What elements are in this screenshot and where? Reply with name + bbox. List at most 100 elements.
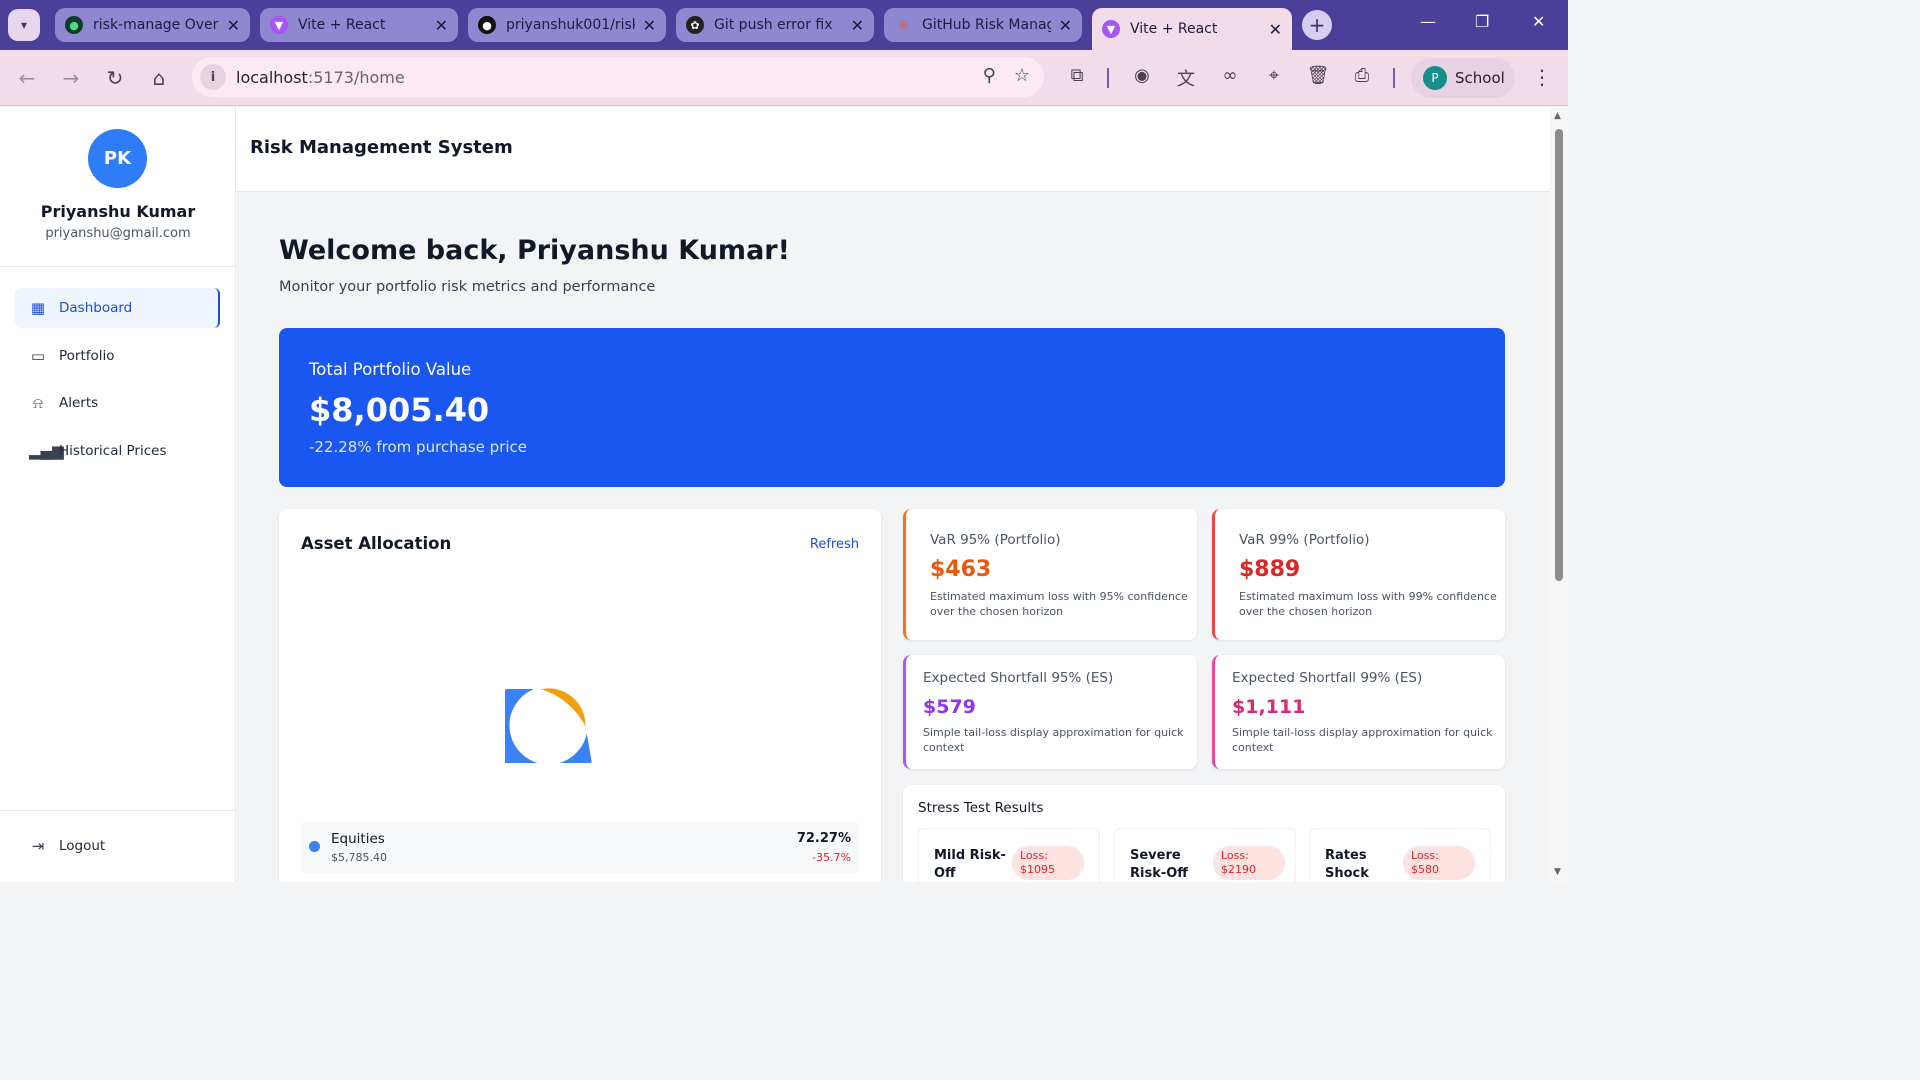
screenshot-icon[interactable]: ◉: [1129, 65, 1155, 86]
metric-title: Expected Shortfall 95% (ES): [923, 670, 1114, 686]
metric-description: Estimated maximum loss with 99% confiden…: [1239, 590, 1497, 618]
donut-slice-equities[interactable]: [505, 687, 594, 763]
scenario-name: Severe Risk-Off: [1130, 848, 1188, 881]
browser-tab[interactable]: ▼ Vite + React ✕: [260, 8, 458, 42]
asset-amount: $5,785.40: [331, 851, 387, 864]
logout-button[interactable]: ⇥ Logout: [15, 826, 220, 866]
toolbar-divider: [1107, 68, 1109, 88]
loss-value: $1095: [1020, 863, 1055, 876]
metric-title: VaR 99% (Portfolio): [1239, 532, 1370, 548]
leaf-icon: ●: [65, 16, 83, 34]
metric-title: VaR 95% (Portfolio): [930, 532, 1061, 548]
restore-icon[interactable]: ❐: [1475, 12, 1489, 31]
loss-label: Loss:: [1411, 849, 1439, 862]
translate-icon[interactable]: 文: [1173, 65, 1199, 91]
stress-scenario[interactable]: Mild Risk-Off Loss: $1095: [918, 828, 1100, 882]
print-icon[interactable]: ⎙: [1349, 65, 1375, 86]
dashboard-icon: ▦: [30, 299, 46, 317]
tab-search-button[interactable]: ▾: [8, 9, 40, 41]
tab-title: Git push error fix: [714, 17, 833, 33]
tab-title: GitHub Risk Manag: [922, 17, 1051, 33]
sidebar-item-historical-prices[interactable]: ▂▄▆ Historical Prices: [15, 431, 220, 471]
refresh-button[interactable]: Refresh: [810, 537, 859, 552]
bookmark-star-icon[interactable]: ☆: [1014, 65, 1030, 86]
forward-arrow-icon[interactable]: →: [57, 64, 85, 92]
github-icon: ●: [478, 16, 496, 34]
loss-label: Loss:: [1221, 849, 1249, 862]
browser-tab[interactable]: ✳ GitHub Risk Manag ✕: [884, 8, 1082, 42]
scrollbar-thumb[interactable]: [1555, 129, 1563, 581]
loss-value: $580: [1411, 863, 1439, 876]
browser-tab[interactable]: ✿ Git push error fix ✕: [676, 8, 874, 42]
stress-scenario[interactable]: Severe Risk-Off Loss: $2190: [1114, 828, 1296, 882]
metric-value: $463: [930, 557, 992, 582]
tab-title: priyanshuk001/risk: [506, 17, 635, 33]
new-tab-button[interactable]: +: [1302, 10, 1332, 40]
window-close-icon[interactable]: ✕: [1532, 12, 1545, 31]
back-arrow-icon[interactable]: ←: [13, 64, 41, 92]
minimize-icon[interactable]: —: [1420, 12, 1436, 31]
asset-change: -35.7%: [812, 851, 851, 864]
allocation-donut-chart: [505, 685, 594, 763]
profile-avatar: P: [1423, 66, 1447, 90]
site-info-icon[interactable]: i: [200, 64, 226, 90]
es-95-card: Expected Shortfall 95% (ES) $579 Simple …: [903, 655, 1197, 769]
page-scrollbar[interactable]: ▲ ▼: [1550, 107, 1568, 882]
close-icon[interactable]: ✕: [435, 16, 448, 35]
close-icon[interactable]: ✕: [1269, 20, 1282, 39]
home-icon[interactable]: ⌂: [145, 64, 173, 92]
address-bar[interactable]: i localhost:5173/home ⚲ ☆: [192, 57, 1044, 97]
sidebar-item-dashboard[interactable]: ▦ Dashboard: [15, 288, 220, 328]
location-pin-icon[interactable]: ⌖: [1261, 65, 1287, 86]
portfolio-value-card: Total Portfolio Value $8,005.40 -22.28% …: [279, 328, 1505, 487]
sidebar-item-alerts[interactable]: ⍾ Alerts: [15, 383, 220, 423]
browser-tab-active[interactable]: ▼ Vite + React ✕: [1092, 8, 1292, 50]
briefcase-icon: ▭: [30, 347, 46, 365]
vite-icon: ▼: [1102, 20, 1120, 38]
browser-toolbar: ← → ↻ ⌂ i localhost:5173/home ⚲ ☆ ⧉ ◉ 文 …: [0, 50, 1568, 106]
sidebar-item-label: Alerts: [59, 395, 99, 411]
stress-test-title: Stress Test Results: [918, 800, 1044, 816]
url-text[interactable]: localhost:5173/home: [236, 68, 405, 87]
vite-icon: ▼: [270, 16, 288, 34]
logout-icon: ⇥: [31, 837, 45, 855]
metric-value: $1,111: [1232, 696, 1306, 718]
extensions-icon[interactable]: ⧉: [1064, 65, 1090, 86]
metric-value: $889: [1239, 557, 1301, 582]
url-path: :5173/home: [307, 67, 405, 87]
close-icon[interactable]: ✕: [851, 16, 864, 35]
browser-tab[interactable]: ● priyanshuk001/risk ✕: [468, 8, 666, 42]
close-icon[interactable]: ✕: [1059, 16, 1072, 35]
scroll-up-icon[interactable]: ▲: [1554, 111, 1561, 121]
close-icon[interactable]: ✕: [227, 16, 240, 35]
welcome-subtitle: Monitor your portfolio risk metrics and …: [279, 279, 656, 295]
avatar[interactable]: PK: [88, 129, 147, 188]
welcome-heading: Welcome back, Priyanshu Kumar!: [279, 235, 790, 266]
legend-dot: [309, 841, 320, 852]
trash-icon[interactable]: 🗑: [1305, 65, 1331, 86]
var-99-card: VaR 99% (Portfolio) $889 Estimated maxim…: [1212, 509, 1505, 640]
close-icon[interactable]: ✕: [643, 16, 656, 35]
sidebar-item-portfolio[interactable]: ▭ Portfolio: [15, 336, 220, 376]
list-item[interactable]: Equities $5,785.40 72.27% -35.7%: [301, 821, 859, 873]
stress-test-card: Stress Test Results Mild Risk-Off Loss: $…: [903, 785, 1505, 882]
asset-allocation-title: Asset Allocation: [301, 534, 452, 553]
sidebar-item-label: Historical Prices: [59, 443, 167, 459]
more-menu-icon[interactable]: ⋮: [1532, 65, 1552, 89]
browser-tab[interactable]: ● risk-manage Overv ✕: [55, 8, 250, 42]
asset-allocation-card: Asset Allocation Refresh Equities $5,785…: [279, 509, 881, 882]
es-99-card: Expected Shortfall 99% (ES) $1,111 Simpl…: [1212, 655, 1505, 769]
browser-tab-bar: ▾ ● risk-manage Overv ✕ ▼ Vite + React ✕…: [0, 0, 1568, 50]
scroll-down-icon[interactable]: ▼: [1554, 867, 1561, 877]
link-icon[interactable]: ∞: [1217, 65, 1243, 86]
stress-scenario[interactable]: Rates Shock Loss: $580: [1309, 828, 1491, 882]
user-email: priyanshu@gmail.com: [45, 226, 191, 241]
app-page: PK Priyanshu Kumar priyanshu@gmail.com ▦…: [0, 107, 1550, 882]
profile-button[interactable]: P School: [1411, 58, 1515, 98]
reload-icon[interactable]: ↻: [101, 64, 129, 92]
plus-icon: +: [1308, 13, 1326, 37]
chevron-down-icon: ▾: [20, 18, 28, 32]
divider: [0, 266, 236, 267]
loss-badge: Loss: $1095: [1012, 846, 1084, 880]
zoom-icon[interactable]: ⚲: [983, 65, 996, 86]
